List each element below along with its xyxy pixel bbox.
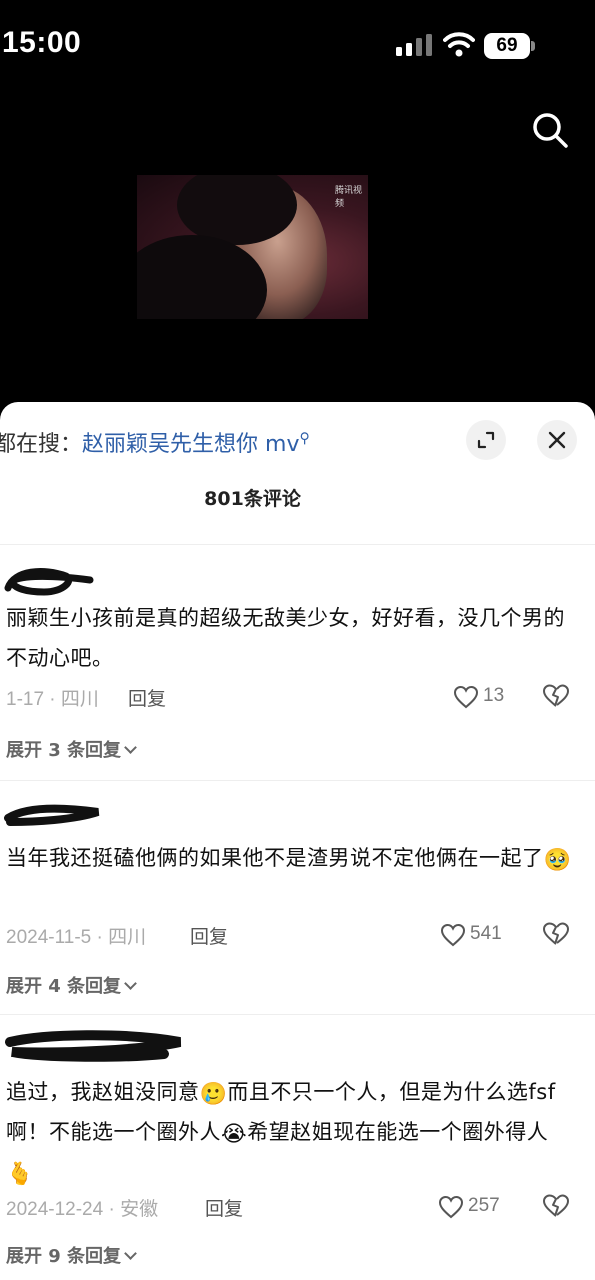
video-player[interactable]: 腾讯视频 — [0, 90, 595, 402]
chevron-down-icon — [124, 1247, 137, 1260]
crying-face-emoji: 😭 — [221, 1122, 248, 1147]
like-count: 13 — [483, 685, 505, 706]
trending-search-query[interactable]: 赵丽颖吴先生想你 mv — [82, 432, 299, 457]
comment-meta: 1-17 · 四川 — [6, 689, 99, 710]
comment-meta: 2024-12-24 · 安徽 — [6, 1199, 159, 1220]
finger-heart-emoji: 🫰 — [6, 1162, 34, 1187]
pleading-face-emoji: 🥹 — [543, 848, 572, 873]
battery-level: 69 — [484, 33, 530, 59]
like-count: 257 — [468, 1195, 500, 1216]
comment-count: 801条评论 — [204, 488, 301, 510]
comment-sheet: 都在搜：赵丽颖吴先生想你 mv⚲ 801条评论 丽颖生小孩前是真的超级无敌美少女… — [0, 402, 595, 1280]
status-bar: 15:00 69 — [0, 0, 595, 90]
comment-text: 追过，我赵姐没同意🥲而且不只一个人，但是为什么选fsf啊！不能选一个圈外人😭希望… — [6, 1072, 576, 1192]
redacted-author — [4, 568, 94, 596]
comment-text-part3: 希望赵姐现在能选一个圈外得人 — [247, 1120, 549, 1144]
expand-replies[interactable]: 展开 9 条回复 — [6, 1242, 137, 1268]
cellular-signal-icon — [396, 34, 432, 56]
broken-heart-icon[interactable] — [542, 1193, 570, 1219]
expand-button[interactable] — [466, 420, 506, 460]
trending-search[interactable]: 都在搜：赵丽颖吴先生想你 mv⚲ — [0, 426, 310, 458]
battery-icon: 69 — [484, 33, 536, 59]
divider — [0, 780, 595, 781]
video-thumbnail[interactable]: 腾讯视频 — [137, 175, 368, 319]
like-button[interactable]: 541 — [440, 921, 520, 951]
like-button[interactable]: 257 — [438, 1193, 518, 1223]
search-small-icon: ⚲ — [299, 430, 310, 447]
like-button[interactable]: 13 — [453, 683, 523, 713]
expand-replies-label: 展开 3 条回复 — [6, 740, 122, 761]
expand-replies[interactable]: 展开 4 条回复 — [6, 972, 137, 998]
expand-replies-label: 展开 4 条回复 — [6, 976, 122, 997]
clock: 15:00 — [2, 26, 82, 59]
close-button[interactable] — [537, 420, 577, 460]
heart-icon — [453, 685, 479, 709]
broken-heart-icon[interactable] — [542, 921, 570, 947]
expand-replies[interactable]: 展开 3 条回复 — [6, 736, 137, 762]
comment-text-body: 当年我还挺磕他俩的如果他不是渣男说不定他俩在一起了 — [6, 846, 544, 870]
like-count: 541 — [470, 923, 502, 944]
chevron-down-icon — [124, 977, 137, 990]
reply-button[interactable]: 回复 — [205, 1194, 243, 1221]
divider — [0, 1014, 595, 1015]
wifi-icon — [443, 32, 475, 57]
smiling-tear-emoji: 🥲 — [199, 1082, 228, 1107]
divider — [0, 544, 595, 545]
comment-text-part1: 追过，我赵姐没同意 — [6, 1080, 200, 1104]
expand-replies-label: 展开 9 条回复 — [6, 1246, 122, 1267]
comment-text: 丽颖生小孩前是真的超级无敌美少女，好好看，没几个男的不动心吧。 — [6, 606, 565, 670]
broken-heart-icon[interactable] — [542, 683, 570, 709]
heart-icon — [440, 923, 466, 947]
comment-meta: 2024-11-5 · 四川 — [6, 927, 147, 948]
trending-search-prefix: 都在搜： — [0, 432, 83, 457]
search-icon[interactable] — [530, 110, 570, 150]
redacted-author — [4, 804, 100, 826]
chevron-down-icon — [124, 741, 137, 754]
close-icon — [548, 431, 566, 449]
reply-button[interactable]: 回复 — [128, 684, 166, 711]
reply-button[interactable]: 回复 — [190, 922, 228, 949]
comment-text: 当年我还挺磕他俩的如果他不是渣男说不定他俩在一起了🥹 — [6, 838, 576, 878]
expand-icon — [477, 431, 495, 449]
heart-icon — [438, 1195, 464, 1219]
redacted-author — [5, 1030, 182, 1062]
video-watermark: 腾讯视频 — [335, 185, 363, 208]
